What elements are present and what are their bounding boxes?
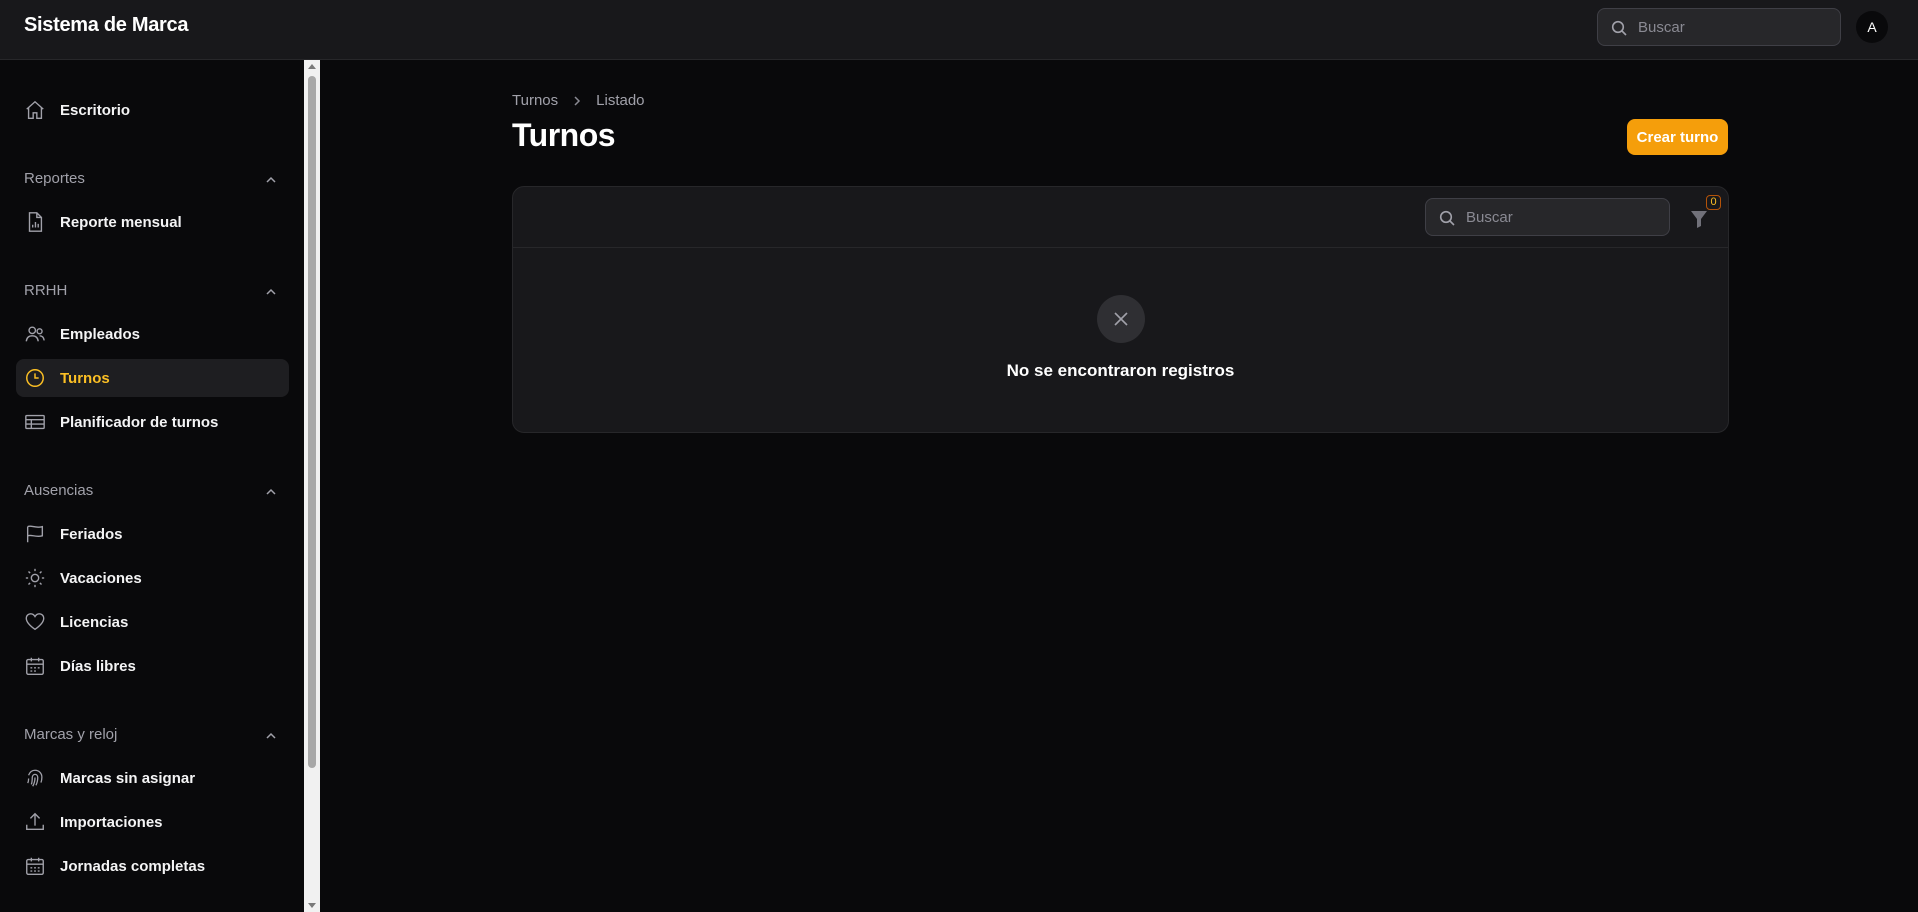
- table-search[interactable]: [1425, 198, 1670, 236]
- chevron-up-icon[interactable]: [264, 285, 278, 299]
- table-card: 0 No se encontraron registros: [512, 186, 1729, 433]
- sidebar-item-label: Empleados: [60, 326, 141, 343]
- sidebar-item-label: Marcas sin asignar: [60, 770, 196, 787]
- table-icon: [25, 414, 45, 430]
- home-icon: [26, 100, 44, 119]
- clock-icon: [26, 369, 44, 387]
- sidebar-item-planificador-de-turnos[interactable]: Planificador de turnos: [16, 403, 289, 441]
- empty-state-message: No se encontraron registros: [1006, 361, 1235, 380]
- breadcrumb-link-turnos[interactable]: Turnos: [512, 92, 558, 109]
- scroll-down-arrow-icon[interactable]: [308, 903, 316, 908]
- group-label-reportes[interactable]: Reportes: [24, 170, 85, 187]
- table-toolbar: 0: [513, 187, 1728, 248]
- users-icon: [25, 326, 45, 342]
- chevron-up-icon[interactable]: [264, 485, 278, 499]
- flag-icon: [26, 525, 44, 543]
- scroll-up-arrow-icon[interactable]: [308, 64, 316, 69]
- sidebar-item-label: Reporte mensual: [60, 214, 182, 231]
- calendar-days-icon: [26, 857, 44, 875]
- heart-icon: [25, 613, 45, 631]
- sidebar-item-empleados[interactable]: Empleados: [16, 315, 289, 353]
- sidebar-item-label: Licencias: [60, 614, 129, 631]
- breadcrumb: Turnos Listado: [512, 92, 645, 109]
- report-file-icon: [28, 212, 43, 232]
- sidebar-item-label: Vacaciones: [60, 570, 142, 587]
- sidebar-item-label: Jornadas completas: [60, 858, 206, 875]
- group-label-ausencias[interactable]: Ausencias: [24, 482, 93, 499]
- search-icon: [1611, 20, 1627, 36]
- close-icon: [1114, 312, 1128, 326]
- sidebar-item-dias-libres[interactable]: Días libres: [16, 647, 289, 685]
- sidebar-item-label: Feriados: [60, 526, 123, 543]
- sidebar-item-escritorio[interactable]: Escritorio: [16, 91, 289, 129]
- sidebar-item-label: Turnos: [60, 370, 110, 387]
- sidebar-item-licencias[interactable]: Licencias: [16, 603, 289, 641]
- sidebar-item-importaciones[interactable]: Importaciones: [16, 803, 289, 841]
- brand-logo[interactable]: Sistema de Marca: [24, 14, 188, 37]
- sidebar-scrollbar[interactable]: [304, 60, 320, 912]
- sidebar-item-label: Escritorio: [60, 102, 131, 119]
- global-search-input[interactable]: [1638, 9, 1832, 45]
- sidebar-item-reporte-mensual[interactable]: Reporte mensual: [16, 203, 289, 241]
- scroll-thumb[interactable]: [308, 76, 316, 768]
- page-title: Turnos: [512, 117, 616, 153]
- top-bar: Sistema de Marca A: [0, 0, 1918, 60]
- search-icon: [1439, 210, 1455, 226]
- global-search[interactable]: [1597, 8, 1841, 46]
- sidebar-item-jornadas-completas[interactable]: Jornadas completas: [16, 847, 289, 885]
- chevron-up-icon[interactable]: [264, 173, 278, 187]
- empty-state-circle: [1097, 295, 1145, 343]
- sidebar-item-vacaciones[interactable]: Vacaciones: [16, 559, 289, 597]
- calendar-icon: [26, 657, 44, 675]
- sidebar-item-feriados[interactable]: Feriados: [16, 515, 289, 553]
- upload-icon: [26, 812, 44, 831]
- breadcrumb-current: Listado: [596, 92, 645, 109]
- create-turno-button[interactable]: Crear turno: [1627, 119, 1728, 155]
- sun-icon: [25, 568, 45, 588]
- table-search-input[interactable]: [1466, 199, 1661, 235]
- filter-count-badge: 0: [1706, 195, 1721, 210]
- chevron-right-icon: [572, 95, 582, 107]
- chevron-up-icon[interactable]: [264, 729, 278, 743]
- sidebar-item-marcas-sin-asignar[interactable]: Marcas sin asignar: [16, 759, 289, 797]
- group-label-rrhh[interactable]: RRHH: [24, 282, 67, 299]
- sidebar: Escritorio Reportes Reporte mensual RRHH…: [0, 60, 304, 912]
- group-label-marcas-y-reloj[interactable]: Marcas y reloj: [24, 726, 117, 743]
- fingerprint-icon: [27, 769, 43, 787]
- user-avatar[interactable]: A: [1856, 11, 1888, 43]
- sidebar-item-label: Días libres: [60, 658, 136, 675]
- sidebar-item-label: Planificador de turnos: [60, 414, 219, 431]
- sidebar-item-label: Importaciones: [60, 814, 163, 831]
- main-content: Turnos Listado Turnos Crear turno 0 No s…: [320, 60, 1918, 912]
- sidebar-item-turnos[interactable]: Turnos: [16, 359, 289, 397]
